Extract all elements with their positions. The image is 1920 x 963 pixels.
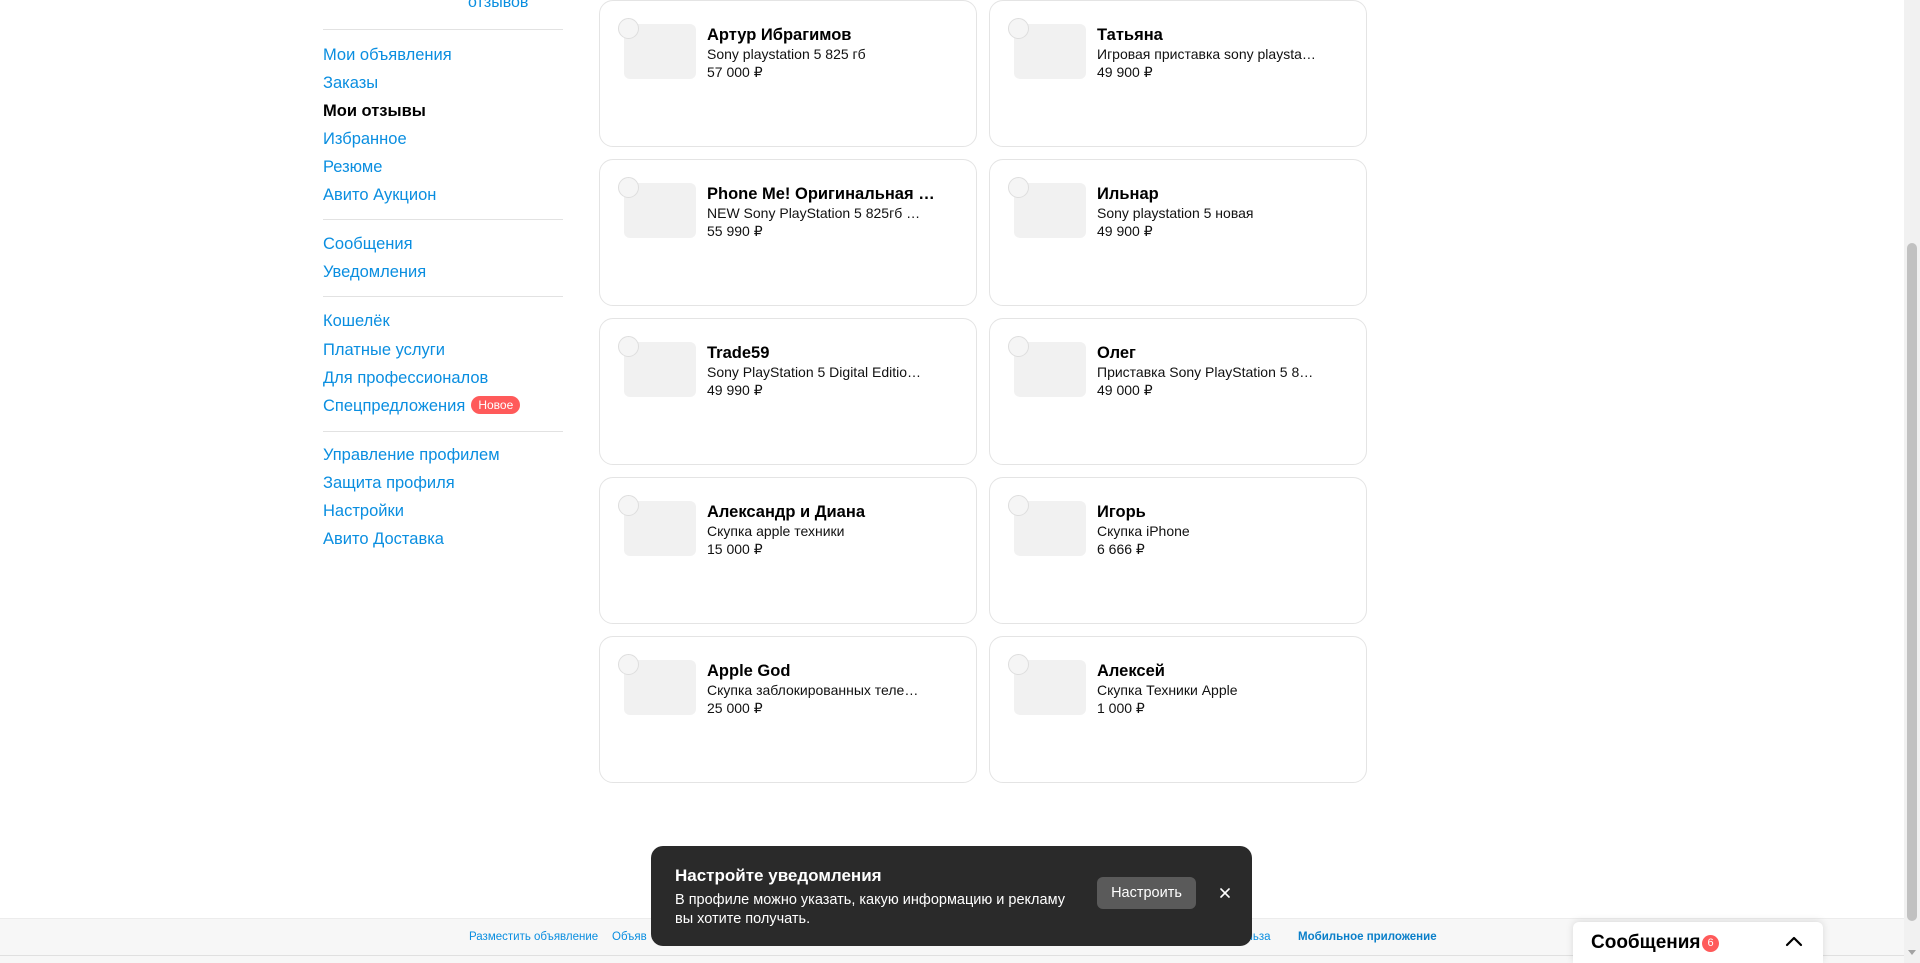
toast-title: Настройте уведомления xyxy=(675,866,882,885)
item-price: 49 900 ₽ xyxy=(1097,64,1153,80)
item-title: Скупка заблокированных телефонов xyxy=(707,682,927,698)
scroll-down-arrow[interactable] xyxy=(1908,950,1916,955)
sidebar-item-profile-protection[interactable]: Защита профиля xyxy=(323,473,455,493)
sidebar-item-messages[interactable]: Сообщения xyxy=(323,234,413,254)
sidebar-item-orders[interactable]: Заказы xyxy=(323,73,378,93)
sidebar-item-wallet[interactable]: Кошелёк xyxy=(323,311,390,331)
item-price: 15 000 ₽ xyxy=(707,541,763,557)
seller-name: Phone Me! Оригинальная техника xyxy=(707,185,942,203)
item-price: 25 000 ₽ xyxy=(707,700,763,716)
seller-avatar xyxy=(618,495,639,516)
seller-name: Артур Ибрагимов xyxy=(707,26,852,44)
seller-name: Алексей xyxy=(1097,662,1165,680)
sidebar-item-auction[interactable]: Авито Аукцион xyxy=(323,185,436,205)
scrollbar-thumb[interactable] xyxy=(1907,243,1917,921)
item-title: NEW Sony PlayStation 5 825гб 3 ревизия xyxy=(707,205,927,221)
review-card[interactable]: Ильнар Sony playstation 5 новая 49 900 ₽ xyxy=(989,159,1367,306)
close-icon[interactable] xyxy=(1214,882,1236,904)
sidebar-item-favorites[interactable]: Избранное xyxy=(323,129,407,149)
item-price: 57 000 ₽ xyxy=(707,64,763,80)
item-price: 1 000 ₽ xyxy=(1097,700,1145,716)
review-card[interactable]: Игорь Скупка iPhone 6 666 ₽ xyxy=(989,477,1367,624)
messages-count-badge: 6 xyxy=(1702,935,1719,952)
item-title: Скупка Техники Apple xyxy=(1097,682,1238,698)
item-price: 49 990 ₽ xyxy=(707,382,763,398)
messages-title: Сообщения xyxy=(1591,932,1701,953)
sidebar-item-special-offers[interactable]: Спецпредложения Новое xyxy=(323,396,521,416)
item-title: Sony playstation 5 новая xyxy=(1097,205,1254,221)
item-title: Sony playstation 5 825 гб xyxy=(707,46,866,62)
sidebar-item-resume[interactable]: Резюме xyxy=(323,157,382,177)
review-card[interactable]: Татьяна Игровая приставка sony playstati… xyxy=(989,0,1367,147)
item-price: 49 000 ₽ xyxy=(1097,382,1153,398)
page-scrollbar[interactable] xyxy=(1904,0,1920,963)
seller-avatar xyxy=(618,177,639,198)
sidebar-item-for-pros[interactable]: Для профессионалов xyxy=(323,368,488,388)
seller-name: Ильнар xyxy=(1097,185,1159,203)
seller-avatar xyxy=(618,336,639,357)
item-price: 6 666 ₽ xyxy=(1097,541,1145,557)
sidebar-divider xyxy=(323,296,563,297)
item-title: Скупка apple техники xyxy=(707,523,845,539)
item-title: Игровая приставка sony playstation 5 xyxy=(1097,46,1317,62)
sidebar-divider xyxy=(323,29,563,30)
seller-name: Apple God xyxy=(707,662,791,680)
seller-avatar xyxy=(1008,654,1029,675)
sidebar-item-profile-management[interactable]: Управление профилем xyxy=(323,445,500,465)
item-price: 49 900 ₽ xyxy=(1097,223,1153,239)
toast-text: В профиле можно указать, какую информаци… xyxy=(675,892,1065,927)
seller-name: Trade59 xyxy=(707,344,770,362)
seller-name: Александр и Диана xyxy=(707,503,865,521)
item-price: 55 990 ₽ xyxy=(707,223,763,239)
footer-link-mobile-app[interactable]: Мобильное приложение xyxy=(1298,931,1437,943)
item-title: Sony PlayStation 5 Digital Edition 825 г… xyxy=(707,364,927,380)
chevron-up-icon[interactable] xyxy=(1784,932,1804,952)
sidebar-item-delivery[interactable]: Авито Доставка xyxy=(323,529,444,549)
review-card[interactable]: Артур Ибрагимов Sony playstation 5 825 г… xyxy=(599,0,977,147)
review-card[interactable]: Александр и Диана Скупка apple техники 1… xyxy=(599,477,977,624)
review-card[interactable]: Phone Me! Оригинальная техника NEW Sony … xyxy=(599,159,977,306)
messages-widget[interactable]: Сообщения 6 xyxy=(1573,922,1823,963)
notification-toast: Настройте уведомления В профиле можно ук… xyxy=(651,846,1252,946)
close-icon-glyph xyxy=(1220,888,1230,898)
seller-avatar xyxy=(1008,495,1029,516)
sidebar-rating-fragment: отзывов xyxy=(323,0,563,18)
footer-link-ads[interactable]: Объяв xyxy=(612,931,647,943)
seller-avatar xyxy=(1008,177,1029,198)
sidebar-item-notifications[interactable]: Уведомления xyxy=(323,262,426,282)
sidebar-item-settings[interactable]: Настройки xyxy=(323,501,404,521)
seller-avatar xyxy=(618,18,639,39)
item-title: Скупка iPhone xyxy=(1097,523,1190,539)
item-title: Приставка Sony PlayStation 5 825 гб xyxy=(1097,364,1317,380)
seller-name: Игорь xyxy=(1097,503,1146,521)
sidebar-divider xyxy=(323,431,563,432)
review-card[interactable]: Trade59 Sony PlayStation 5 Digital Editi… xyxy=(599,318,977,465)
sidebar-item-my-reviews[interactable]: Мои отзывы xyxy=(323,101,426,121)
reviews-count-link[interactable]: отзывов xyxy=(468,0,528,12)
sidebar-item-paid-services[interactable]: Платные услуги xyxy=(323,340,445,360)
new-badge: Новое xyxy=(471,396,521,414)
sidebar-item-my-ads[interactable]: Мои объявления xyxy=(323,45,452,65)
sidebar-divider xyxy=(323,219,563,220)
review-card[interactable]: Олег Приставка Sony PlayStation 5 825 гб… xyxy=(989,318,1367,465)
configure-button[interactable]: Настроить xyxy=(1097,877,1196,909)
seller-avatar xyxy=(618,654,639,675)
seller-name: Олег xyxy=(1097,344,1136,362)
seller-avatar xyxy=(1008,18,1029,39)
footer-link-post-ad[interactable]: Разместить объявление xyxy=(469,931,598,943)
review-card[interactable]: Алексей Скупка Техники Apple 1 000 ₽ xyxy=(989,636,1367,783)
review-card[interactable]: Apple God Скупка заблокированных телефон… xyxy=(599,636,977,783)
sidebar-item-label: Спецпредложения xyxy=(323,397,466,415)
chevron-up-glyph xyxy=(1785,936,1803,947)
seller-name: Татьяна xyxy=(1097,26,1163,44)
seller-avatar xyxy=(1008,336,1029,357)
